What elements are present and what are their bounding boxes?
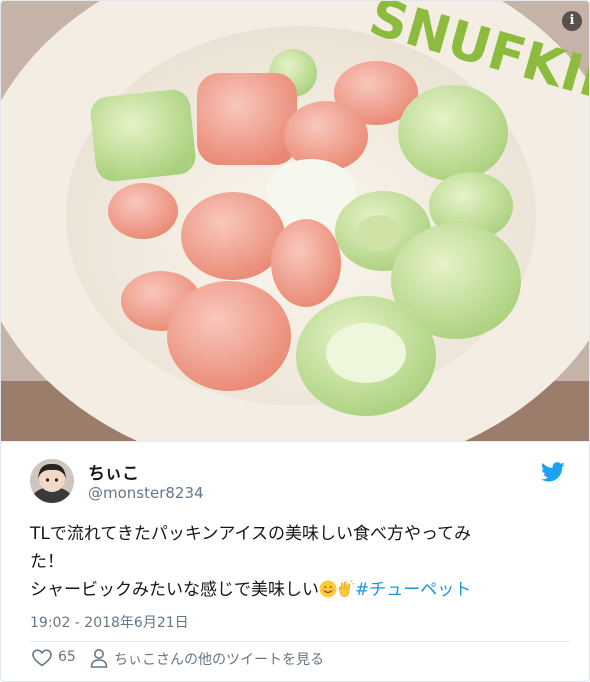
tweet-text-line-1: TLで流れてきたパッキンアイスの美味しい食べ方やってみ	[30, 524, 472, 544]
tweet-text-line-3: シャービックみたいな感じで美味しい #チューペット	[30, 576, 570, 604]
tweet-text: TLで流れてきたパッキンアイスの美味しい食べ方やってみ た！ シャービックみたい…	[30, 520, 570, 604]
tweet-text-line-2: た！	[30, 552, 64, 572]
tweet-photo[interactable]: SNUFKIN	[1, 1, 589, 441]
photo-divider	[1, 441, 589, 442]
footer-divider	[30, 641, 570, 642]
tweet-timestamp[interactable]: 19:02 - 2018年6月21日	[30, 612, 189, 632]
like-count[interactable]: 65	[58, 649, 76, 665]
info-icon[interactable]: i	[562, 11, 582, 31]
person-icon[interactable]	[90, 648, 108, 668]
avatar-image	[30, 459, 74, 503]
tweet-text-line-3-text: シャービックみたいな感じで美味しい	[30, 580, 319, 600]
embedded-tweet-card: SNUFKIN i ちぃこ @monster8234 TLで流れてきたパッキンア…	[0, 0, 590, 682]
twitter-bird-icon[interactable]	[541, 462, 565, 482]
more-tweets-link[interactable]: ちぃこさんの他のツイートを見る	[114, 649, 324, 669]
clapping-hands-icon	[338, 580, 355, 597]
author-display-name[interactable]: ちぃこ	[88, 459, 139, 484]
author-handle[interactable]: @monster8234	[88, 484, 204, 502]
hashtag-link[interactable]: #チューペット	[355, 580, 471, 600]
heart-icon[interactable]	[32, 649, 52, 667]
avatar[interactable]	[30, 459, 74, 503]
smiling-face-icon	[319, 580, 337, 598]
